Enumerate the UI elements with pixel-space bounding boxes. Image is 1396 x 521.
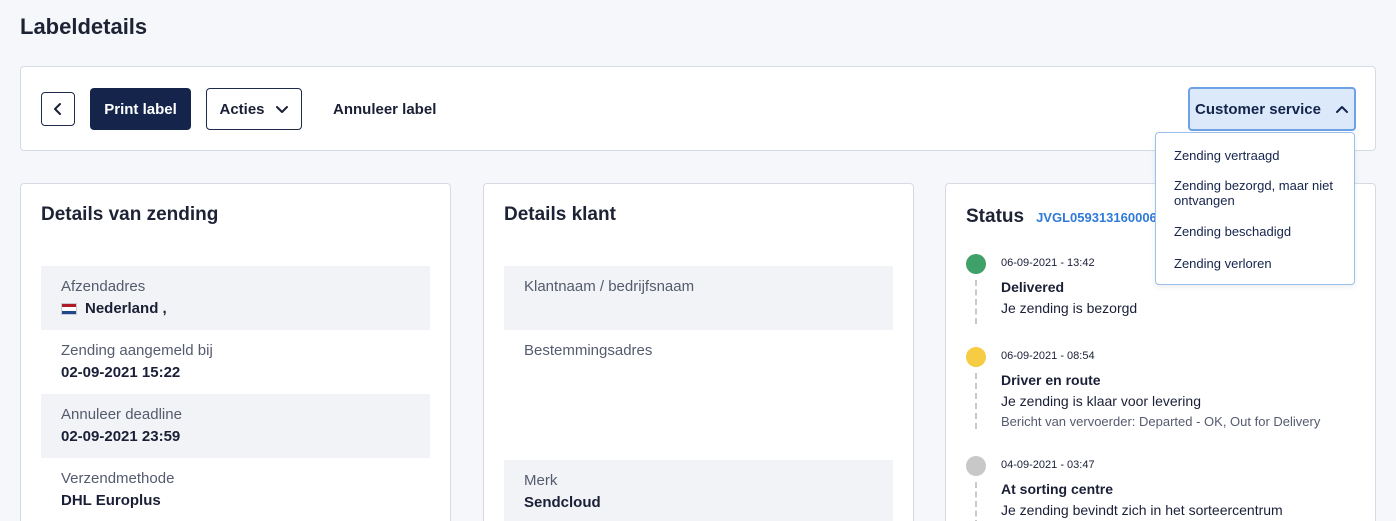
chevron-down-icon (275, 106, 288, 113)
carrier-message: Bericht van vervoerder: Departed - OK, O… (1001, 414, 1321, 429)
event-description: Je zending is klaar voor levering (1001, 393, 1201, 409)
field-label: Zending aangemeld bij (61, 342, 213, 359)
event-time: 06-09-2021 - 08:54 (1001, 350, 1095, 362)
field-value: Nederland , (85, 300, 167, 317)
field-label: Klantnaam / bedrijfsnaam (524, 278, 695, 295)
status-event: 06-09-2021 - 08:54 Driver en route Je ze… (966, 347, 1366, 457)
field-label: Merk (524, 472, 558, 489)
customer-details-card: Details klant Klantnaam / bedrijfsnaam B… (483, 183, 914, 521)
netherlands-flag-icon (61, 303, 77, 315)
customer-details-title: Details klant (504, 204, 616, 225)
menu-item-shipment-delayed[interactable]: Zending vertraagd (1174, 148, 1346, 163)
field-value: 02-09-2021 15:22 (61, 364, 181, 381)
page-title: Labeldetails (20, 14, 148, 39)
status-event: 04-09-2021 - 03:47 At sorting centre Je … (966, 456, 1366, 521)
field-label: Annuleer deadline (61, 406, 182, 423)
cancel-label-button[interactable]: Annuleer label (333, 88, 436, 130)
menu-item-shipment-lost[interactable]: Zending verloren (1174, 256, 1346, 271)
destination-address-field: Bestemmingsadres (504, 330, 893, 460)
chevron-left-icon (54, 103, 61, 115)
event-time: 04-09-2021 - 03:47 (1001, 459, 1095, 471)
timeline-connector (975, 373, 977, 429)
brand-field: Merk Sendcloud (504, 460, 893, 521)
timeline-connector (975, 280, 977, 324)
en-route-status-dot (966, 347, 986, 367)
field-label: Bestemmingsadres (524, 342, 653, 359)
timeline-connector (975, 482, 977, 521)
event-description: Je zending bevindt zich in het sorteerce… (1001, 502, 1283, 518)
field-value: 02-09-2021 23:59 (61, 428, 181, 445)
print-label-button[interactable]: Print label (90, 88, 191, 130)
event-time: 06-09-2021 - 13:42 (1001, 257, 1095, 269)
tracking-number-link[interactable]: JVGL059313160006 (1036, 210, 1157, 225)
shipment-details-card: Details van zending Afzendadres Nederlan… (20, 183, 451, 521)
status-title: Status (966, 206, 1025, 227)
customer-service-label: Customer service (1195, 100, 1321, 118)
field-value: Sendcloud (524, 494, 601, 511)
sorting-status-dot (966, 456, 986, 476)
menu-item-shipment-damaged[interactable]: Zending beschadigd (1174, 224, 1346, 239)
customer-service-button[interactable]: Customer service (1188, 87, 1356, 131)
shipping-method-field: Verzendmethode DHL Europlus (41, 458, 430, 521)
cancel-deadline-field: Annuleer deadline 02-09-2021 23:59 (41, 394, 430, 458)
acties-dropdown-button[interactable]: Acties (206, 88, 302, 130)
customer-name-field: Klantnaam / bedrijfsnaam (504, 266, 893, 330)
field-label: Afzendadres (61, 278, 146, 295)
customer-service-menu: Zending vertraagd Zending bezorgd, maar … (1155, 132, 1355, 285)
chevron-up-icon (1335, 106, 1348, 113)
menu-item-delivered-not-received[interactable]: Zending bezorgd, maar niet ontvangen (1174, 178, 1346, 208)
back-button[interactable] (41, 92, 75, 126)
sender-address-field: Afzendadres Nederland , (41, 266, 430, 330)
event-title: Delivered (1001, 279, 1065, 295)
event-description: Je zending is bezorgd (1001, 300, 1138, 316)
registered-at-field: Zending aangemeld bij 02-09-2021 15:22 (41, 330, 430, 394)
shipment-details-title: Details van zending (41, 204, 219, 225)
field-value: DHL Europlus (61, 492, 161, 509)
acties-label: Acties (219, 100, 265, 118)
delivered-status-dot (966, 254, 986, 274)
field-label: Verzendmethode (61, 470, 175, 487)
event-title: Driver en route (1001, 372, 1101, 388)
event-title: At sorting centre (1001, 481, 1114, 497)
